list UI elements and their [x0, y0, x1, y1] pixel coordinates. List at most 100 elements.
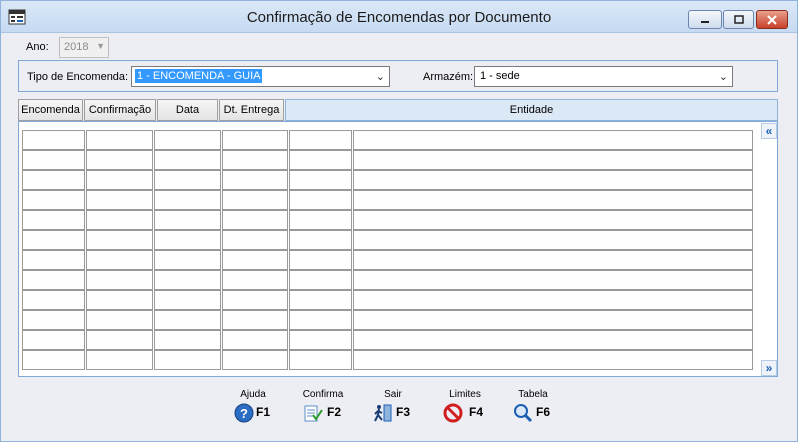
table-cell[interactable]: [86, 330, 153, 350]
table-cell[interactable]: [353, 310, 753, 330]
ano-select[interactable]: 2018 ▼: [59, 37, 109, 58]
table-cell[interactable]: [154, 270, 221, 290]
scroll-up-button[interactable]: «: [761, 123, 777, 139]
column-header-entidade[interactable]: Entidade: [285, 99, 778, 121]
table-cell[interactable]: [154, 310, 221, 330]
table-cell[interactable]: [222, 170, 288, 190]
table-cell[interactable]: [154, 330, 221, 350]
table-cell[interactable]: [353, 230, 753, 250]
table-cell[interactable]: [353, 290, 753, 310]
table-cell[interactable]: [22, 290, 85, 310]
table-button[interactable]: Tabela F6: [503, 389, 563, 429]
table-cell[interactable]: [353, 350, 753, 370]
table-cell[interactable]: [222, 270, 288, 290]
table-cell[interactable]: [22, 250, 85, 270]
table-cell[interactable]: [222, 210, 288, 230]
table-cell[interactable]: [289, 350, 352, 370]
table-cell[interactable]: [86, 310, 153, 330]
table-cell[interactable]: [289, 250, 352, 270]
table-cell[interactable]: [289, 310, 352, 330]
table-cell[interactable]: [86, 290, 153, 310]
maximize-button[interactable]: [723, 10, 754, 29]
table-cell[interactable]: [86, 230, 153, 250]
table-row[interactable]: [19, 350, 759, 370]
table-cell[interactable]: [353, 150, 753, 170]
table-cell[interactable]: [154, 130, 221, 150]
table-cell[interactable]: [22, 330, 85, 350]
table-cell[interactable]: [289, 210, 352, 230]
confirm-button[interactable]: Confirma F2: [293, 389, 353, 429]
table-cell[interactable]: [86, 170, 153, 190]
title-bar[interactable]: Confirmação de Encomendas por Documento: [1, 1, 797, 33]
table-cell[interactable]: [154, 290, 221, 310]
table-cell[interactable]: [289, 170, 352, 190]
table-row[interactable]: [19, 210, 759, 230]
table-cell[interactable]: [353, 270, 753, 290]
table-cell[interactable]: [22, 150, 85, 170]
table-row[interactable]: [19, 230, 759, 250]
table-row[interactable]: [19, 330, 759, 350]
table-row[interactable]: [19, 170, 759, 190]
table-cell[interactable]: [22, 130, 85, 150]
table-cell[interactable]: [289, 130, 352, 150]
scroll-down-button[interactable]: »: [761, 360, 777, 376]
table-cell[interactable]: [289, 190, 352, 210]
table-cell[interactable]: [22, 230, 85, 250]
table-cell[interactable]: [353, 330, 753, 350]
limits-button[interactable]: Limites F4: [435, 389, 495, 429]
table-cell[interactable]: [222, 250, 288, 270]
table-cell[interactable]: [289, 230, 352, 250]
table-cell[interactable]: [22, 310, 85, 330]
table-row[interactable]: [19, 290, 759, 310]
table-cell[interactable]: [222, 330, 288, 350]
armazem-select[interactable]: 1 - sede ⌄: [474, 66, 733, 87]
table-cell[interactable]: [222, 310, 288, 330]
table-cell[interactable]: [289, 270, 352, 290]
table-row[interactable]: [19, 130, 759, 150]
table-cell[interactable]: [353, 250, 753, 270]
table-cell[interactable]: [22, 170, 85, 190]
column-header-dt-entrega[interactable]: Dt. Entrega: [219, 99, 284, 121]
table-cell[interactable]: [289, 290, 352, 310]
table-cell[interactable]: [86, 270, 153, 290]
exit-button[interactable]: Sair F3: [363, 389, 423, 429]
table-cell[interactable]: [86, 190, 153, 210]
column-header-data[interactable]: Data: [157, 99, 218, 121]
table-cell[interactable]: [222, 350, 288, 370]
table-cell[interactable]: [86, 210, 153, 230]
table-cell[interactable]: [86, 150, 153, 170]
table-cell[interactable]: [22, 350, 85, 370]
table-cell[interactable]: [22, 190, 85, 210]
table-cell[interactable]: [222, 150, 288, 170]
table-cell[interactable]: [154, 170, 221, 190]
table-cell[interactable]: [154, 350, 221, 370]
table-cell[interactable]: [353, 190, 753, 210]
table-cell[interactable]: [353, 170, 753, 190]
table-cell[interactable]: [154, 210, 221, 230]
table-row[interactable]: [19, 310, 759, 330]
help-button[interactable]: Ajuda ? F1: [223, 389, 283, 429]
table-row[interactable]: [19, 250, 759, 270]
table-cell[interactable]: [154, 250, 221, 270]
table-cell[interactable]: [222, 130, 288, 150]
table-cell[interactable]: [289, 150, 352, 170]
minimize-button[interactable]: [688, 10, 722, 29]
table-cell[interactable]: [353, 130, 753, 150]
table-row[interactable]: [19, 270, 759, 290]
tipo-encomenda-select[interactable]: 1 - ENCOMENDA - GUIA ⌄: [131, 66, 390, 87]
table-cell[interactable]: [154, 150, 221, 170]
table-cell[interactable]: [154, 190, 221, 210]
table-cell[interactable]: [289, 330, 352, 350]
table-cell[interactable]: [86, 350, 153, 370]
table-cell[interactable]: [222, 190, 288, 210]
table-cell[interactable]: [22, 270, 85, 290]
table-cell[interactable]: [86, 130, 153, 150]
table-cell[interactable]: [222, 230, 288, 250]
column-header-confirmacao[interactable]: Confirmação: [84, 99, 156, 121]
table-row[interactable]: [19, 150, 759, 170]
column-header-encomenda[interactable]: Encomenda: [18, 99, 83, 121]
table-cell[interactable]: [22, 210, 85, 230]
close-button[interactable]: [756, 10, 788, 29]
table-row[interactable]: [19, 190, 759, 210]
table-cell[interactable]: [222, 290, 288, 310]
